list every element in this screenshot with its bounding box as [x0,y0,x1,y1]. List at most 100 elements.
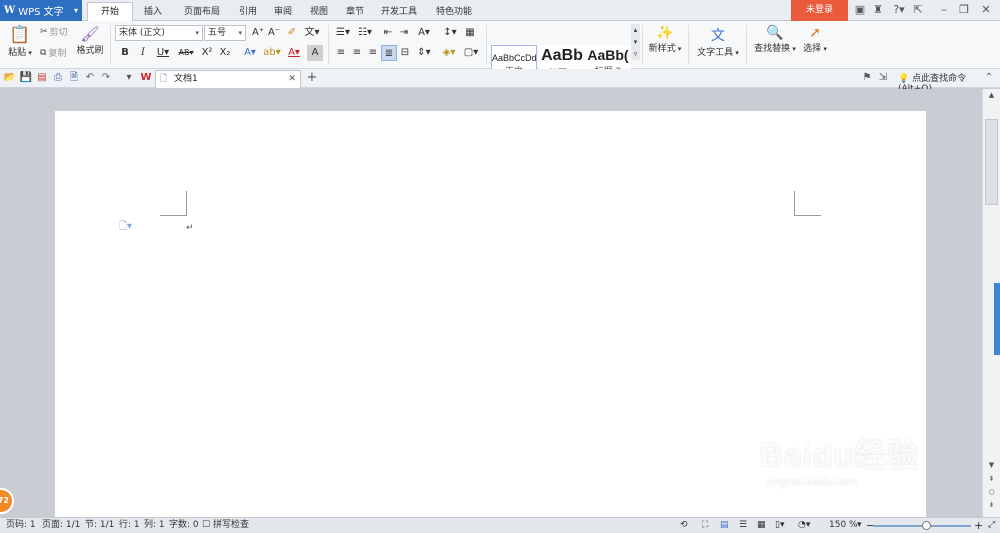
login-button[interactable]: 未登录 [791,0,848,21]
menu-tab[interactable]: 审阅 [265,3,301,21]
find-replace-button[interactable]: 🔍 查找替换 ▾ [751,25,799,54]
numbering-icon[interactable]: ☷▾ [355,25,375,41]
help-icon[interactable]: ?▾ [888,2,910,18]
zoom-slider-thumb[interactable] [921,521,931,530]
share-icon[interactable]: ⇲ [876,71,890,85]
document-tab-title: 文档1 [174,74,198,84]
text-tools-button[interactable]: 文 文字工具 ▾ [693,25,743,58]
zoom-level[interactable]: 150 % [829,518,858,533]
table-grid-icon[interactable]: ▦ [462,25,478,41]
align-center-icon[interactable]: ≡ [349,45,365,61]
line-spacing-icon[interactable]: ⇕▾ [414,45,434,61]
chevron-down-icon[interactable]: ▾ [857,518,862,533]
print-icon[interactable]: ⎙ [51,71,65,85]
restore-icon[interactable]: ❐ [956,2,972,18]
distributed-icon[interactable]: ⊟ [397,45,413,61]
app-menu-button[interactable]: W WPS 文字 ▾ [0,0,82,21]
redo-icon[interactable]: ↷ [99,71,113,85]
shading-icon[interactable]: ◈▾ [438,45,460,61]
text-direction-icon[interactable]: A▾ [413,25,435,41]
menu-tab[interactable]: 插入 [133,3,173,21]
scroll-thumb[interactable] [985,119,998,205]
menu-tab[interactable]: 开始 [87,2,133,22]
superscript-icon[interactable]: X² [199,45,215,61]
font-color-icon[interactable]: A▾ [284,45,304,61]
select-button[interactable]: ➚ 选择 ▾ [800,25,830,54]
menu-tab[interactable]: 引用 [231,3,265,21]
browse-object-icon[interactable]: ○ [983,488,1000,500]
ribbon-collapse-icon[interactable]: ⌃ [982,71,996,85]
paragraph-layout-icon[interactable]: 🗋▾ [119,219,132,236]
grow-font-icon[interactable]: A⁺ [250,25,266,41]
next-page-icon[interactable]: ⇟ [983,501,1000,513]
italic-icon[interactable]: I [135,45,151,61]
char-shading-icon[interactable]: A [307,45,323,61]
status-word-count[interactable]: 字数: 0 [169,518,199,533]
menu-tab[interactable]: 特色功能 [425,3,483,21]
cut-button[interactable]: ✂ 剪切 [40,25,68,39]
increase-indent-icon[interactable]: ⇥ [396,25,412,41]
borders-icon[interactable]: ▢▾ [461,45,481,61]
align-right-icon[interactable]: ≡ [365,45,381,61]
shrink-font-icon[interactable]: A⁻ [266,25,282,41]
new-style-button[interactable]: ✨ 新样式 ▾ [645,25,685,54]
close-tab-icon[interactable]: ✕ [288,71,296,88]
brush-icon: 🖌 [80,25,100,43]
customize-toolbar-icon[interactable]: ▾ [122,71,136,85]
web-view-icon[interactable]: ▦ [757,518,766,533]
font-name-select[interactable]: 宋体 (正文) ▾ [115,25,203,41]
spell-check-toggle[interactable]: ☐ 拼写检查 [202,518,249,533]
eye-protect-icon[interactable]: ◔▾ [798,518,810,533]
page-view-icon[interactable]: ▤ [720,518,729,533]
prev-page-icon[interactable]: ⇞ [983,475,1000,487]
highlight-icon[interactable]: ab▾ [262,45,282,61]
bold-icon[interactable]: B [117,45,133,61]
decrease-indent-icon[interactable]: ⇤ [380,25,396,41]
side-panel-tab[interactable] [994,283,1000,355]
format-painter-button[interactable]: 🖌 格式刷 [76,25,104,56]
pin-ribbon-icon[interactable]: ⇱ [910,2,926,18]
phonetic-guide-icon[interactable]: 文▾ [302,25,322,41]
underline-icon[interactable]: U▾ [153,45,173,61]
font-size-select[interactable]: 五号 ▾ [204,25,246,41]
align-left-icon[interactable]: ≡ [333,45,349,61]
copy-button[interactable]: ⧉ 复制 [40,46,66,60]
new-tab-icon[interactable]: + [305,71,319,85]
document-tab[interactable]: 🗋 文档1 ✕ [155,70,301,88]
save-icon[interactable]: 💾 [19,71,33,85]
text-tools-label: 文字工具 [697,48,734,58]
menu-tab[interactable]: 开发工具 [373,3,425,21]
fit-window-icon[interactable]: ⤢ [988,518,995,533]
bullets-icon[interactable]: ☰▾ [333,25,353,41]
undo-icon[interactable]: ↶ [83,71,97,85]
justify-icon[interactable]: ≣ [381,45,397,61]
gallery-scroll-icon[interactable]: ▴ ▾ ▿ [631,24,640,60]
outline-view-icon[interactable]: ☰ [739,518,747,533]
strikethrough-icon[interactable]: AB▾ [175,45,197,61]
reading-view-icon[interactable]: ▯▾ [775,518,784,533]
subscript-icon[interactable]: X₂ [217,45,233,61]
menu-tab[interactable]: 页面布局 [173,3,231,21]
margin-corner-top-right [794,191,821,216]
text-effect-icon[interactable]: A▾ [240,45,260,61]
scroll-down-icon[interactable]: ▼ [983,461,1000,473]
print-preview-icon[interactable]: 🗎 [67,71,81,85]
close-icon[interactable]: ✕ [978,2,994,18]
history-icon[interactable]: ⟲ [680,518,688,533]
zoom-in-icon[interactable]: + [974,518,983,533]
scroll-up-icon[interactable]: ▲ [983,91,1000,103]
menu-tab[interactable]: 视图 [301,3,337,21]
flag-icon[interactable]: ⚑ [860,71,874,85]
export-pdf-icon[interactable]: ▤ [35,71,49,85]
status-page[interactable]: 页面: 1/1 [42,518,80,533]
fullscreen-view-icon[interactable]: ⛶ [702,518,708,533]
open-icon[interactable]: 📂 [3,71,17,85]
wps-logo-icon[interactable]: W [139,71,153,85]
paste-button[interactable]: 📋 粘贴 ▾ [6,25,34,58]
clear-format-icon[interactable]: ✐ [284,25,300,41]
menu-tab[interactable]: 章节 [337,3,373,21]
sort-icon[interactable]: ↕▾ [440,25,460,41]
minimize-icon[interactable]: – [936,2,952,18]
shirt-icon[interactable]: ♜ [870,2,886,18]
skin-icon[interactable]: ▣ [852,2,868,18]
